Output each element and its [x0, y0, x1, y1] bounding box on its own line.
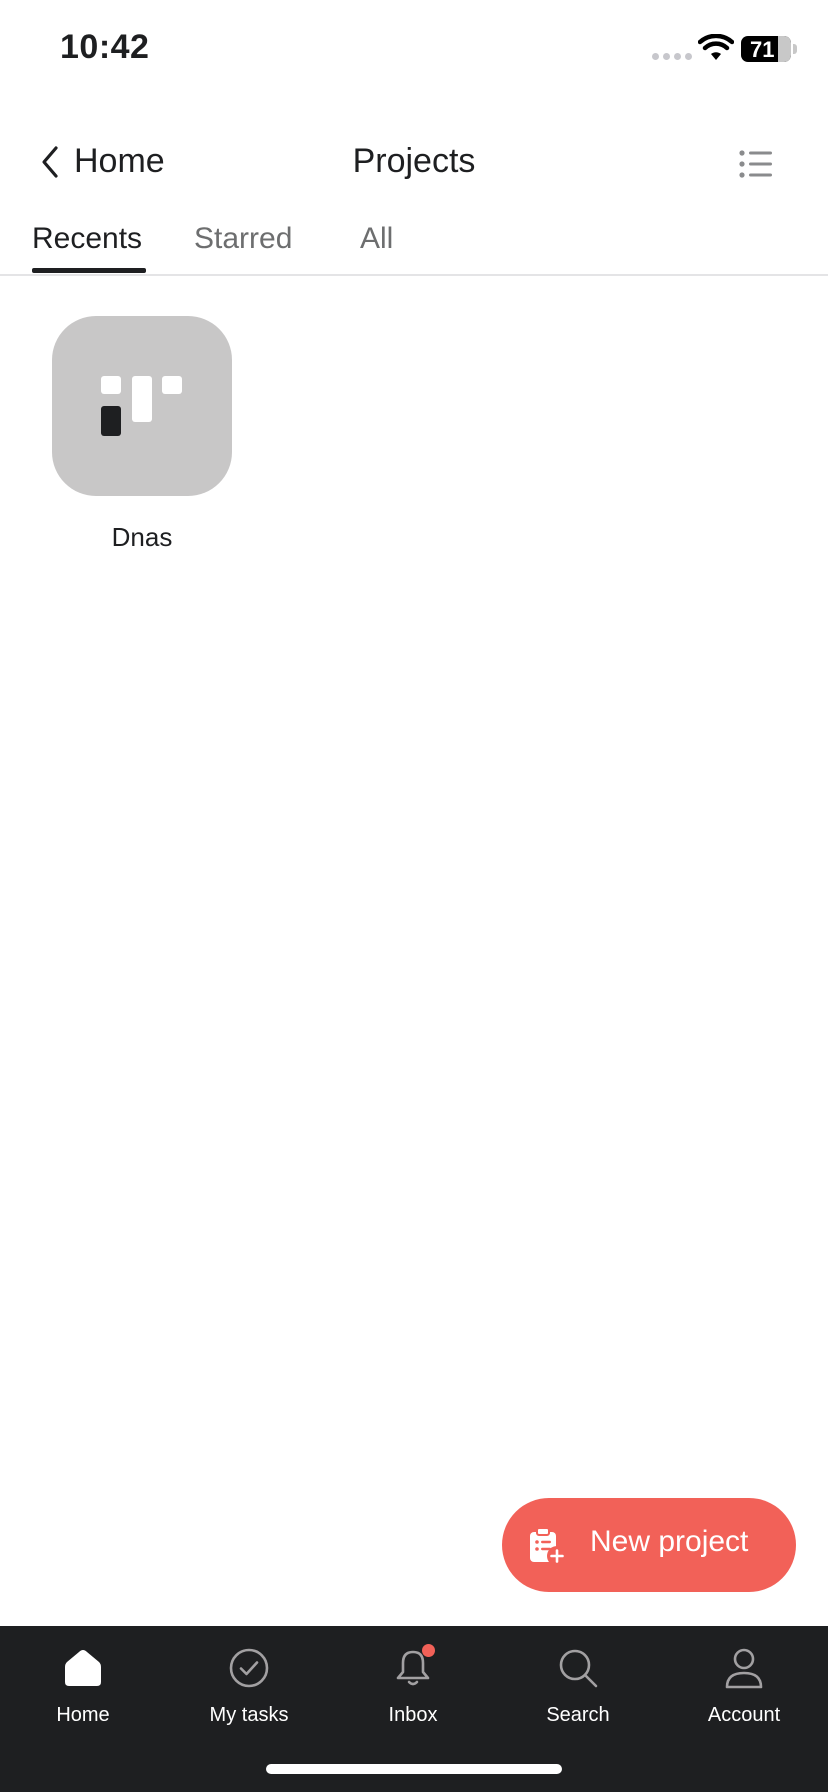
back-button[interactable]: Home — [40, 142, 165, 181]
tab-all[interactable]: All — [360, 222, 393, 256]
tab-starred[interactable]: Starred — [194, 222, 292, 256]
nav-search[interactable]: Search — [503, 1646, 653, 1727]
home-indicator — [266, 1764, 562, 1774]
notification-badge — [422, 1644, 435, 1657]
battery-icon: 71 — [741, 36, 791, 62]
active-tab-indicator — [32, 268, 146, 273]
new-project-button[interactable]: New project — [502, 1498, 796, 1592]
status-bar: 10:42 71 — [0, 0, 828, 100]
nav-account[interactable]: Account — [669, 1646, 819, 1727]
project-icon-tile — [52, 316, 232, 496]
project-tile[interactable]: Dnas — [52, 316, 232, 553]
nav-my-tasks[interactable]: My tasks — [174, 1646, 324, 1727]
board-icon — [101, 376, 182, 436]
nav-home[interactable]: Home — [8, 1646, 158, 1727]
project-name: Dnas — [111, 522, 173, 552]
home-icon — [65, 1650, 101, 1686]
nav-search-label: Search — [546, 1704, 610, 1726]
clipboard-plus-icon — [530, 1527, 567, 1566]
tab-bar: Recents Starred All — [0, 210, 828, 276]
wifi-icon — [698, 34, 734, 60]
new-project-label: New project — [590, 1525, 749, 1558]
nav-inbox-label: Inbox — [388, 1704, 438, 1726]
battery-nub — [793, 44, 797, 54]
nav-home-label: Home — [56, 1704, 110, 1726]
header: Home Projects — [0, 120, 828, 210]
search-icon — [559, 1649, 598, 1688]
check-circle-icon — [229, 1648, 269, 1688]
tab-recents[interactable]: Recents — [32, 222, 142, 256]
person-icon — [725, 1648, 763, 1689]
status-time: 10:42 — [60, 28, 150, 66]
list-view-icon[interactable] — [738, 148, 774, 180]
nav-my-tasks-label: My tasks — [209, 1704, 289, 1726]
chevron-left-icon — [42, 145, 58, 178]
back-label: Home — [74, 142, 165, 180]
battery-level: 71 — [750, 37, 775, 62]
nav-inbox[interactable]: Inbox — [338, 1644, 488, 1727]
cellular-signal-icon — [652, 53, 692, 60]
nav-account-label: Account — [707, 1704, 781, 1726]
